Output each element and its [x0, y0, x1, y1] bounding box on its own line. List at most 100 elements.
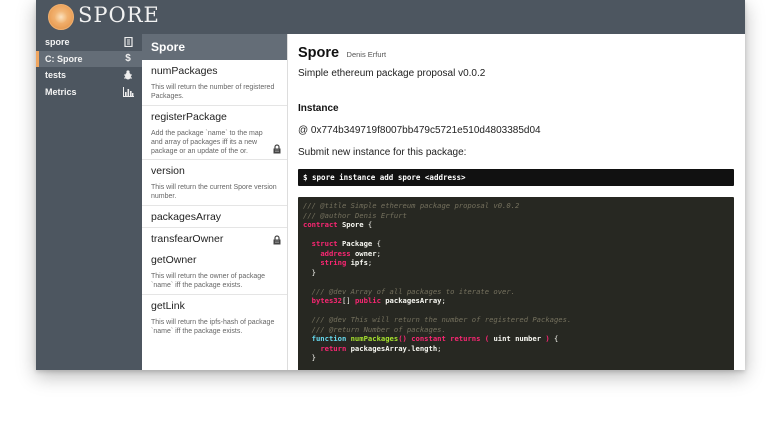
code-token: ; [376, 248, 381, 258]
bug-icon [123, 70, 133, 80]
sidebar-item-label: spore [45, 37, 70, 47]
code-line: /// @dev This will return the number of … [303, 315, 729, 325]
brand-name[interactable]: SPORE [78, 3, 160, 27]
document-icon [123, 36, 133, 48]
code-token: /// @dev Array of all packages to iterat… [311, 286, 516, 296]
code-line: address owner; [303, 249, 729, 259]
code-token: Spore [341, 220, 364, 229]
sidebar-item-metrics[interactable]: Metrics [36, 84, 142, 101]
list-item-getlink[interactable]: getLink This will return the ipfs-hash o… [142, 295, 287, 349]
code-line: string ipfs; [303, 258, 729, 268]
code-token: owner [354, 248, 377, 258]
code-token: constant [411, 334, 446, 343]
lock-icon [273, 144, 281, 154]
command-snippet[interactable]: $ spore instance add spore <address> [298, 169, 734, 186]
code-line: function numPackages() constant returns … [303, 334, 729, 344]
code-token: ; [437, 343, 442, 353]
code-token: contract [303, 220, 338, 229]
code-line: contract Spore { [303, 220, 729, 230]
code-token: address [320, 248, 351, 258]
app-window: SPORE spore C: Spore $ tests Metrics Spo… [36, 0, 745, 370]
code-line: /// @return Number of packages. [303, 325, 729, 335]
code-line: return packagesArray.length; [303, 344, 729, 354]
code-token: /// @dev This will return the number of … [311, 315, 572, 324]
function-name: transfearOwner [151, 233, 224, 245]
function-name: registerPackage [151, 111, 227, 123]
spore-logo-icon[interactable] [48, 4, 74, 30]
dollar-icon: $ [125, 52, 131, 64]
code-token: ; [441, 296, 446, 305]
code-line: bytes32[] public packagesArray; [303, 296, 729, 306]
sidebar-item-tests[interactable]: tests [36, 67, 142, 84]
contract-author: Denis Erfurt [346, 50, 387, 59]
sidebar-item-label: Metrics [45, 86, 77, 97]
list-item-registerpackage[interactable]: registerPackage Add the package `name` t… [142, 106, 287, 160]
function-name: numPackages [151, 65, 218, 77]
code-token: packagesArray.length [350, 343, 438, 353]
function-name: packagesArray [151, 211, 222, 223]
code-token: struct [311, 239, 338, 248]
sidebar-item-label: C: Spore [45, 53, 83, 64]
code-token: } [303, 267, 316, 277]
function-name: getLink [151, 300, 185, 312]
function-description: This will return the ipfs-hash of packag… [151, 319, 275, 335]
function-description: This will return the number of registere… [151, 84, 275, 100]
sidebar: spore C: Spore $ tests Metrics [36, 34, 142, 370]
code-token: return [320, 343, 347, 353]
code-token: packagesArray [385, 296, 442, 305]
sidebar-item-spore[interactable]: spore [36, 34, 142, 51]
list-header: Spore [142, 34, 287, 60]
contract-subtitle: Simple ethereum package proposal v0.0.2 [298, 68, 486, 79]
contract-name: Spore [298, 45, 340, 61]
source-code-block[interactable]: /// @title Simple ethereum package propo… [298, 197, 734, 370]
lock-icon [273, 235, 281, 245]
page-title: Spore Denis Erfurt [298, 44, 386, 62]
code-token: ; [367, 258, 373, 267]
code-token: /// @author Denis Erfurt [303, 210, 407, 220]
list-item-getowner[interactable]: getOwner This will return the owner of p… [142, 249, 287, 295]
function-list: Spore numPackages This will return the n… [142, 34, 288, 370]
top-bar: SPORE [36, 0, 745, 34]
code-token: } [303, 353, 316, 362]
function-name: version [151, 165, 185, 177]
list-item-packagesarray[interactable]: packagesArray [142, 206, 287, 228]
instance-heading: Instance [298, 103, 339, 114]
code-token: public [354, 296, 381, 305]
code-line: } [303, 268, 729, 278]
code-token: /// @title Simple ethereum package propo… [303, 201, 520, 210]
contract-detail: Spore Denis Erfurt Simple ethereum packa… [288, 34, 745, 370]
code-line: /// @title Simple ethereum package propo… [303, 201, 729, 211]
code-token: [] [341, 296, 355, 305]
code-line: struct Package { [303, 239, 729, 249]
code-token: string [320, 258, 347, 267]
code-token: uint number [493, 334, 542, 343]
code-line: /// @author Denis Erfurt [303, 211, 729, 221]
list-item-version[interactable]: version This will return the current Spo… [142, 160, 287, 206]
code-token: ipfs [350, 258, 368, 267]
instance-address[interactable]: @ 0x774b349719f8007bb479c5721e510d480338… [298, 125, 541, 136]
source-code: /// @title Simple ethereum package propo… [303, 201, 729, 363]
code-token: function [311, 334, 347, 343]
function-name: getOwner [151, 254, 197, 266]
code-token: numPackages [350, 334, 399, 343]
list-item-numpackages[interactable]: numPackages This will return the number … [142, 60, 287, 106]
code-token: () [398, 334, 407, 343]
sidebar-item-c-spore[interactable]: C: Spore $ [36, 50, 142, 67]
code-line: } [303, 353, 729, 363]
list-item-transfearowner[interactable]: transfearOwner [142, 228, 287, 249]
code-token: { [372, 239, 381, 248]
code-token: /// @return Number of packages. [311, 324, 446, 334]
function-description: This will return the owner of package `n… [151, 273, 265, 289]
function-description: Add the package `name` to the map and ar… [151, 130, 263, 155]
sidebar-item-label: tests [45, 70, 67, 80]
function-description: This will return the current Spore versi… [151, 184, 277, 200]
code-token: bytes32 [311, 296, 342, 305]
